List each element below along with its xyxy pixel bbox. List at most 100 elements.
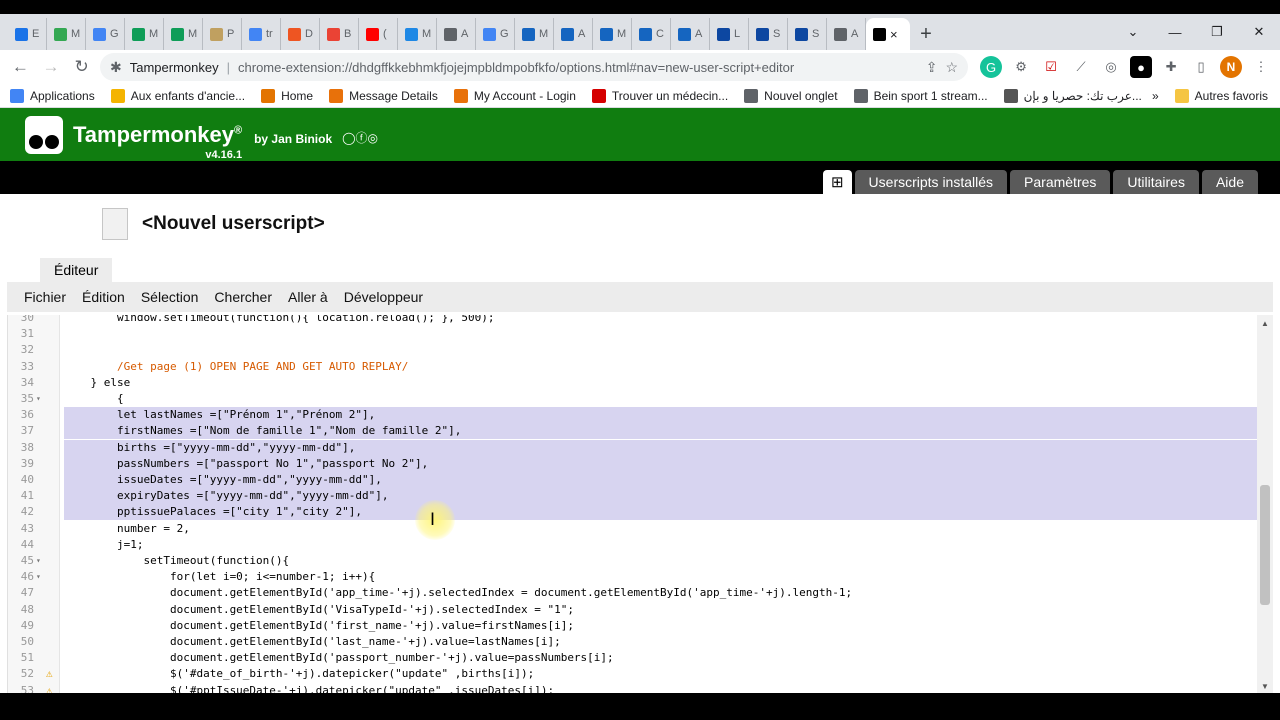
code-line: 39 passNumbers =["passport No 1","passpo… <box>8 455 1258 472</box>
other-bookmarks-folder[interactable]: Autres favoris <box>1174 89 1268 103</box>
code-editor[interactable]: 30 window.setTimeout(function(){ locatio… <box>7 315 1273 693</box>
back-button[interactable]: ← <box>8 53 33 81</box>
browser-tab[interactable]: L <box>710 18 749 50</box>
browser-tab[interactable]: G <box>476 18 515 50</box>
feather-extension-icon[interactable]: ⟋ <box>1070 56 1092 78</box>
bookmark-item[interactable]: Applications <box>10 88 95 103</box>
browser-tab[interactable]: G <box>86 18 125 50</box>
code-text: /Get page (1) OPEN PAGE AND GET AUTO REP… <box>64 359 409 373</box>
bookmark-favicon-icon <box>744 88 759 103</box>
browser-tab[interactable]: M <box>164 18 203 50</box>
url-text[interactable]: chrome-extension://dhdgffkkebhmkfjojejmp… <box>238 60 918 75</box>
browser-tab[interactable]: M <box>398 18 437 50</box>
profile-avatar[interactable]: N <box>1220 56 1243 78</box>
more-bookmarks-button[interactable]: » <box>1152 89 1159 103</box>
scroll-down-arrow-icon[interactable]: ▼ <box>1257 682 1273 691</box>
browser-tab[interactable]: S <box>788 18 827 50</box>
tab-settings[interactable]: Paramètres <box>1010 170 1111 194</box>
tab-favicon-icon <box>522 27 535 41</box>
browser-tab[interactable]: A <box>827 18 866 50</box>
tab-label: A <box>461 28 469 40</box>
code-text: let lastNames =["Prénom 1","Prénom 2"], <box>64 408 376 422</box>
active-tab[interactable]: × <box>866 18 910 50</box>
menu-selection[interactable]: Sélection <box>141 289 199 305</box>
bookmark-item[interactable]: Nouvel onglet <box>744 88 838 103</box>
browser-tab[interactable]: tr <box>242 18 281 50</box>
extensions-puzzle-icon[interactable]: ✚ <box>1160 56 1182 78</box>
tampermonkey-extension-icon[interactable]: ● <box>1130 56 1153 78</box>
tab-help[interactable]: Aide <box>1201 170 1258 194</box>
tab-favicon-icon <box>639 27 652 41</box>
editor-scrollbar[interactable]: ▲ ▼ <box>1257 315 1273 693</box>
tab-favicon-icon <box>756 27 769 41</box>
side-panel-icon[interactable]: ▯ <box>1190 56 1212 78</box>
menu-file[interactable]: Fichier <box>24 289 66 305</box>
browser-tab[interactable]: M <box>593 18 632 50</box>
new-tab-button[interactable]: + <box>910 18 942 50</box>
social-icons[interactable]: ◯ⓕ◎ <box>342 129 378 146</box>
scrollbar-thumb[interactable] <box>1260 485 1270 605</box>
restore-button[interactable]: ❐ <box>1196 24 1238 40</box>
checkbox-extension-icon[interactable]: ☑ <box>1040 56 1062 78</box>
fold-arrow-icon[interactable]: ▾ <box>36 391 41 407</box>
address-bar[interactable]: ✱ Tampermonkey | chrome-extension://dhdg… <box>100 53 969 81</box>
bookmark-item[interactable]: My Account - Login <box>453 88 576 103</box>
line-number: 42 <box>20 505 34 519</box>
minimize-button[interactable]: — <box>1154 25 1196 40</box>
grammarly-icon[interactable]: G <box>980 56 1003 78</box>
menu-edit[interactable]: Édition <box>82 289 125 305</box>
browser-tab[interactable]: M <box>515 18 554 50</box>
forward-button[interactable]: → <box>39 53 64 81</box>
tab-editor[interactable]: Éditeur <box>40 258 113 282</box>
browser-tab[interactable]: M <box>125 18 164 50</box>
browser-tab[interactable]: M <box>47 18 86 50</box>
menu-goto[interactable]: Aller à <box>288 289 328 305</box>
code-line: 32 <box>8 342 1258 358</box>
browser-tab[interactable]: D <box>281 18 320 50</box>
browser-tab[interactable]: E <box>8 18 47 50</box>
browser-tab[interactable]: A <box>437 18 476 50</box>
fold-arrow-icon[interactable]: ▾ <box>36 569 41 585</box>
bookmark-item[interactable]: Trouver un médecin... <box>591 88 728 103</box>
robot-extension-icon[interactable]: ⚙ <box>1010 56 1032 78</box>
tab-favicon-icon <box>795 27 808 41</box>
tab-search-icon[interactable]: ⌄ <box>1112 24 1154 40</box>
browser-tab[interactable]: A <box>554 18 593 50</box>
tab-favicon-icon <box>210 27 223 41</box>
extension-puzzle-icon: ✱ <box>110 58 122 75</box>
browser-menu-icon[interactable]: ⋮ <box>1250 56 1272 78</box>
bookmark-item[interactable]: عرب تك: حصريا و بإن... <box>1003 88 1142 103</box>
share-icon[interactable]: ⇪ <box>926 59 938 76</box>
warning-icon[interactable]: ⚠ <box>46 683 53 693</box>
tab-utilities[interactable]: Utilitaires <box>1113 170 1199 194</box>
bookmark-item[interactable]: Message Details <box>329 88 438 103</box>
bookmark-star-icon[interactable]: ☆ <box>945 59 958 76</box>
close-tab-icon[interactable]: × <box>890 27 898 42</box>
tab-favicon-icon <box>93 27 106 41</box>
tab-label: A <box>695 28 703 40</box>
bookmark-item[interactable]: Aux enfants d'ancie... <box>110 88 245 103</box>
tampermonkey-header: Tampermonkey® v4.16.1 by Jan Biniok ◯ⓕ◎ <box>0 108 1280 161</box>
reload-button[interactable]: ↻ <box>69 53 94 81</box>
scroll-up-arrow-icon[interactable]: ▲ <box>1257 319 1273 328</box>
tab-favicon-icon <box>15 27 28 41</box>
browser-tab[interactable]: S <box>749 18 788 50</box>
menu-developer[interactable]: Développeur <box>344 289 423 305</box>
browser-tab[interactable]: P <box>203 18 242 50</box>
bookmark-item[interactable]: Home <box>261 88 313 103</box>
tab-label: M <box>422 28 432 40</box>
fold-arrow-icon[interactable]: ▾ <box>36 553 41 569</box>
browser-tab[interactable]: B <box>320 18 359 50</box>
new-script-tab[interactable]: ⊞ <box>822 170 852 194</box>
menu-search[interactable]: Chercher <box>214 289 272 305</box>
bookmark-item[interactable]: Bein sport 1 stream... <box>853 88 988 103</box>
browser-tab[interactable]: C <box>632 18 671 50</box>
bookmark-favicon-icon <box>453 88 468 103</box>
browser-tab[interactable]: A <box>671 18 710 50</box>
browser-tab[interactable]: ( <box>359 18 398 50</box>
tab-label: E <box>32 28 40 40</box>
close-window-button[interactable]: ✕ <box>1238 24 1280 40</box>
shield-extension-icon[interactable]: ◎ <box>1100 56 1122 78</box>
tab-installed-userscripts[interactable]: Userscripts installés <box>854 170 1008 194</box>
warning-icon[interactable]: ⚠ <box>46 666 53 682</box>
